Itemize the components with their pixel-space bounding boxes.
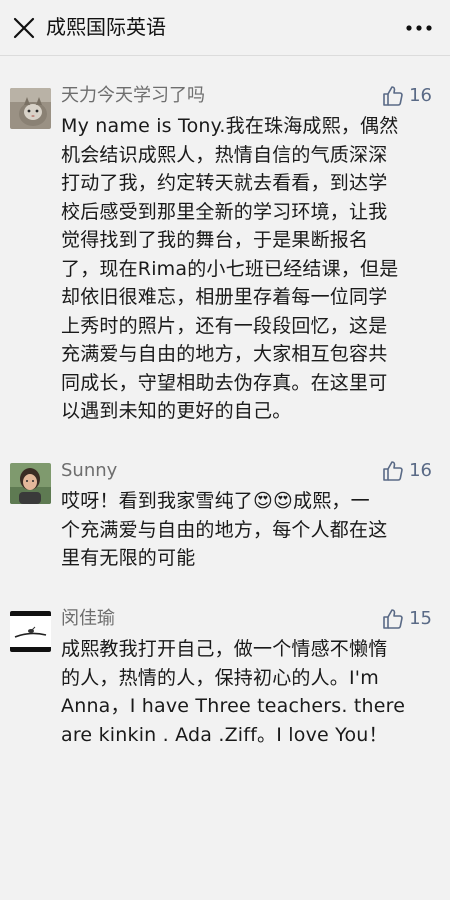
comment-text: 成熙教我打开自己，做一个情感不懒惰 的人，热情的人，保持初心的人。I'm Ann… [61, 635, 439, 749]
like-button[interactable]: 15 [381, 606, 432, 632]
thumbs-up-icon [383, 86, 403, 106]
comment-line: Anna，I have Three teachers. there [61, 695, 406, 717]
like-count: 16 [409, 460, 432, 481]
like-button[interactable]: 16 [381, 83, 432, 109]
comment-line: 了，现在Rima的小七班已经结课，但是 [61, 257, 399, 280]
comment-line: 哎呀！看到我家雪纯了😍😍成熙，一 [61, 490, 370, 512]
comment-text: 哎呀！看到我家雪纯了😍😍成熙，一 个充满爱与自由的地方，每个人都在这 里有无限的… [61, 487, 439, 573]
comment-line: 里有无限的可能 [61, 547, 196, 569]
comment-line: My name is Tony.我在珠海成熙，偶然 [61, 115, 399, 137]
comment-line: 同成长，守望相助去伪存真。在这里可 [61, 371, 388, 394]
comment-line: 却依旧很难忘，相册里存着每一位同学 [61, 286, 388, 308]
commenter-name: 天力今天学习了吗 [61, 85, 205, 106]
like-button[interactable]: 16 [381, 458, 432, 484]
app-header: 成熙国际英语 [0, 0, 450, 56]
like-count: 16 [409, 85, 432, 106]
close-button[interactable] [8, 12, 40, 44]
comment-line: 觉得找到了我的舞台，于是果断报名 [61, 229, 369, 251]
comment-line: are kinkin . Ada .Ziff。I love You！ [61, 723, 388, 746]
close-icon [13, 17, 35, 39]
comment-line: 以遇到未知的更好的自己。 [61, 400, 292, 422]
comment-line: 校后感受到那里全新的学习环境，让我 [61, 200, 388, 223]
comment-line: 充满爱与自由的地方，大家相互包容共 [61, 343, 388, 365]
avatar[interactable] [10, 611, 51, 652]
commenter-name: 闵佳瑜 [61, 608, 115, 629]
more-icon [406, 25, 432, 31]
comment-line: 机会结识成熙人，热情自信的气质深深 [61, 143, 388, 166]
comment-text: My name is Tony.我在珠海成熙，偶然 机会结识成熙人，热情自信的气… [61, 112, 439, 426]
page-title: 成熙国际英语 [46, 15, 166, 39]
thumbs-up-icon [383, 461, 403, 481]
avatar[interactable] [10, 463, 51, 504]
more-options-button[interactable] [402, 12, 436, 44]
thumbs-up-icon [383, 609, 403, 629]
like-count: 15 [409, 608, 432, 629]
commenter-name: Sunny [61, 460, 118, 481]
comment-line: 打动了我，约定转天就去看看，到达学 [61, 172, 388, 194]
comment-line: 的人，热情的人，保持初心的人。I'm [61, 666, 379, 689]
comment-line: 个充满爱与自由的地方，每个人都在这 [61, 518, 388, 541]
comment-line: 成熙教我打开自己，做一个情感不懒惰 [61, 638, 388, 660]
avatar[interactable] [10, 88, 51, 129]
comment-line: 上秀时的照片，还有一段段回忆，这是 [61, 314, 388, 337]
